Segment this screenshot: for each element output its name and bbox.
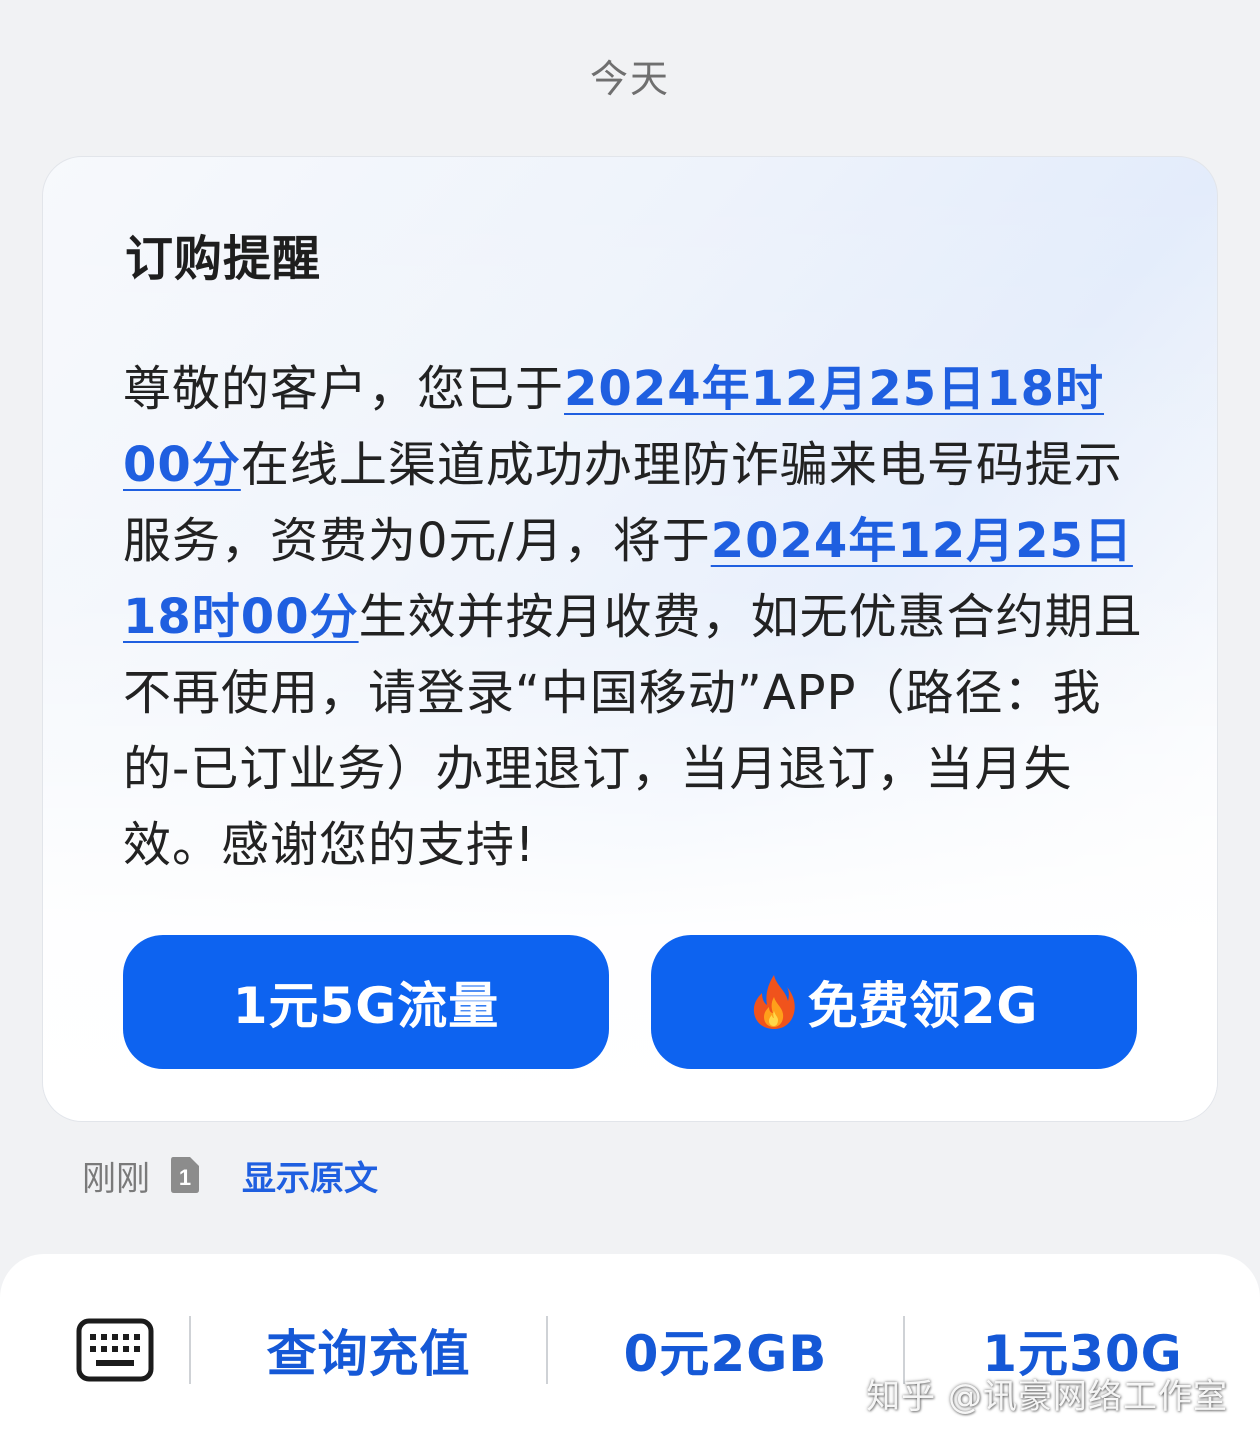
message-body: 尊敬的客户，您已于2024年12月25日18时00分在线上渠道成功办理防诈骗来电… xyxy=(123,351,1149,883)
date-header: 今天 xyxy=(589,57,670,101)
sim-card-number: 1 xyxy=(179,1165,191,1190)
message-meta: 刚刚 1 显示原文 xyxy=(82,1151,378,1200)
free-2g-button-label: 免费领2G xyxy=(807,977,1039,1035)
message-text-part1: 尊敬的客户，您已于 xyxy=(123,361,565,417)
5g-traffic-button[interactable]: 1元5G流量 xyxy=(123,935,609,1069)
menu-item-query-recharge[interactable]: 查询充值 xyxy=(191,1318,546,1383)
watermark: 知乎 @讯豪网络工作室 xyxy=(866,1377,1228,1417)
sim-card-icon: 1 xyxy=(171,1157,199,1193)
keyboard-icon[interactable] xyxy=(76,1318,154,1382)
fire-icon xyxy=(753,975,795,1029)
message-timestamp: 刚刚 xyxy=(82,1158,150,1199)
show-original-link[interactable]: 显示原文 xyxy=(242,1151,378,1200)
bottom-menu-bar: 查询充值 0元2GB 1元30G 知乎 @讯豪网络工作室 xyxy=(0,1254,1260,1444)
message-card: 订购提醒 尊敬的客户，您已于2024年12月25日18时00分在线上渠道成功办理… xyxy=(42,156,1218,1122)
message-title: 订购提醒 xyxy=(125,231,322,287)
menu-item-0yuan-2gb-label: 0元2GB xyxy=(623,1325,828,1383)
menu-item-0yuan-2gb[interactable]: 0元2GB xyxy=(548,1318,903,1383)
free-2g-button[interactable]: 免费领2G xyxy=(651,935,1137,1069)
5g-traffic-button-label: 1元5G流量 xyxy=(232,977,500,1035)
menu-item-query-recharge-label: 查询充值 xyxy=(266,1325,471,1383)
